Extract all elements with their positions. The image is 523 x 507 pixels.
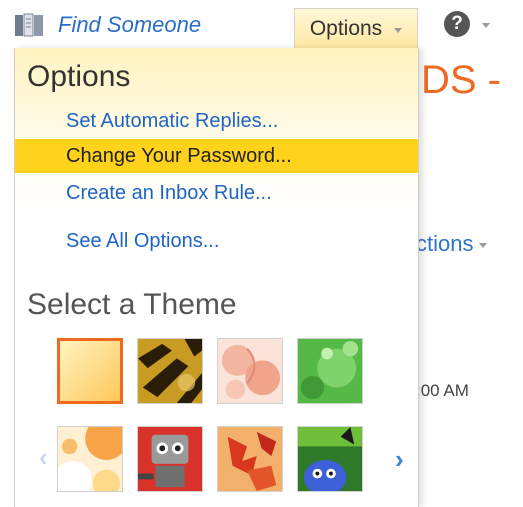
- find-someone-label: Find Someone: [58, 12, 202, 37]
- menu-item-automatic-replies[interactable]: Set Automatic Replies...: [15, 104, 418, 138]
- orange-circles-theme-icon: [58, 427, 122, 491]
- top-bar: Find Someone Options ?: [0, 0, 523, 48]
- options-dropdown: Options Set Automatic Replies... Change …: [14, 48, 419, 507]
- options-dropdown-title: Options: [27, 60, 131, 93]
- chevron-left-icon[interactable]: ‹: [39, 444, 48, 470]
- menu-item-label: Change Your Password...: [66, 144, 292, 167]
- options-menu-button[interactable]: Options: [294, 8, 418, 48]
- menu-item-label: See All Options...: [66, 229, 220, 252]
- actions-menu-fragment[interactable]: ctions: [416, 231, 488, 257]
- menu-item-see-all-options[interactable]: See All Options...: [15, 224, 418, 258]
- chevron-down-icon: [482, 23, 490, 28]
- address-book-icon: [15, 13, 43, 37]
- blue-cat-theme-icon: [298, 427, 362, 491]
- tiger-stripes-theme-icon: [138, 339, 202, 403]
- menu-item-label: Set Automatic Replies...: [66, 109, 279, 132]
- sunshine-theme-icon: [60, 341, 120, 401]
- green-leaves-theme-icon: [298, 339, 362, 403]
- robot-theme-icon: [138, 427, 202, 491]
- menu-item-create-inbox-rule[interactable]: Create an Inbox Rule...: [15, 176, 418, 210]
- peach-flowers-theme-icon: [218, 339, 282, 403]
- chevron-down-icon: [394, 27, 403, 33]
- theme-swatch-robot[interactable]: [137, 426, 203, 492]
- options-button-label: Options: [309, 16, 383, 40]
- chevron-down-icon: [479, 243, 488, 248]
- select-theme-heading: Select a Theme: [27, 288, 237, 321]
- theme-swatch-sunshine[interactable]: [57, 338, 123, 404]
- message-time-fragment: :00 AM: [416, 381, 469, 400]
- chevron-right-icon[interactable]: ›: [395, 446, 404, 472]
- theme-swatch-tiger[interactable]: [137, 338, 203, 404]
- menu-item-change-password[interactable]: Change Your Password...: [15, 139, 418, 173]
- autumn-leaves-theme-icon: [218, 427, 282, 491]
- theme-swatch-orange-circles[interactable]: [57, 426, 123, 492]
- menu-item-label: Create an Inbox Rule...: [66, 181, 272, 204]
- actions-label-fragment: ctions: [416, 231, 474, 256]
- theme-swatch-autumn-leaves[interactable]: [217, 426, 283, 492]
- help-icon: ?: [444, 11, 470, 37]
- theme-swatch-blue-cat[interactable]: [297, 426, 363, 492]
- help-button[interactable]: ?: [444, 10, 490, 38]
- theme-swatch-peach-flowers[interactable]: [217, 338, 283, 404]
- page-heading-fragment: DS -: [421, 58, 501, 102]
- find-someone-button[interactable]: Find Someone: [14, 10, 201, 40]
- theme-swatch-green-leaves[interactable]: [297, 338, 363, 404]
